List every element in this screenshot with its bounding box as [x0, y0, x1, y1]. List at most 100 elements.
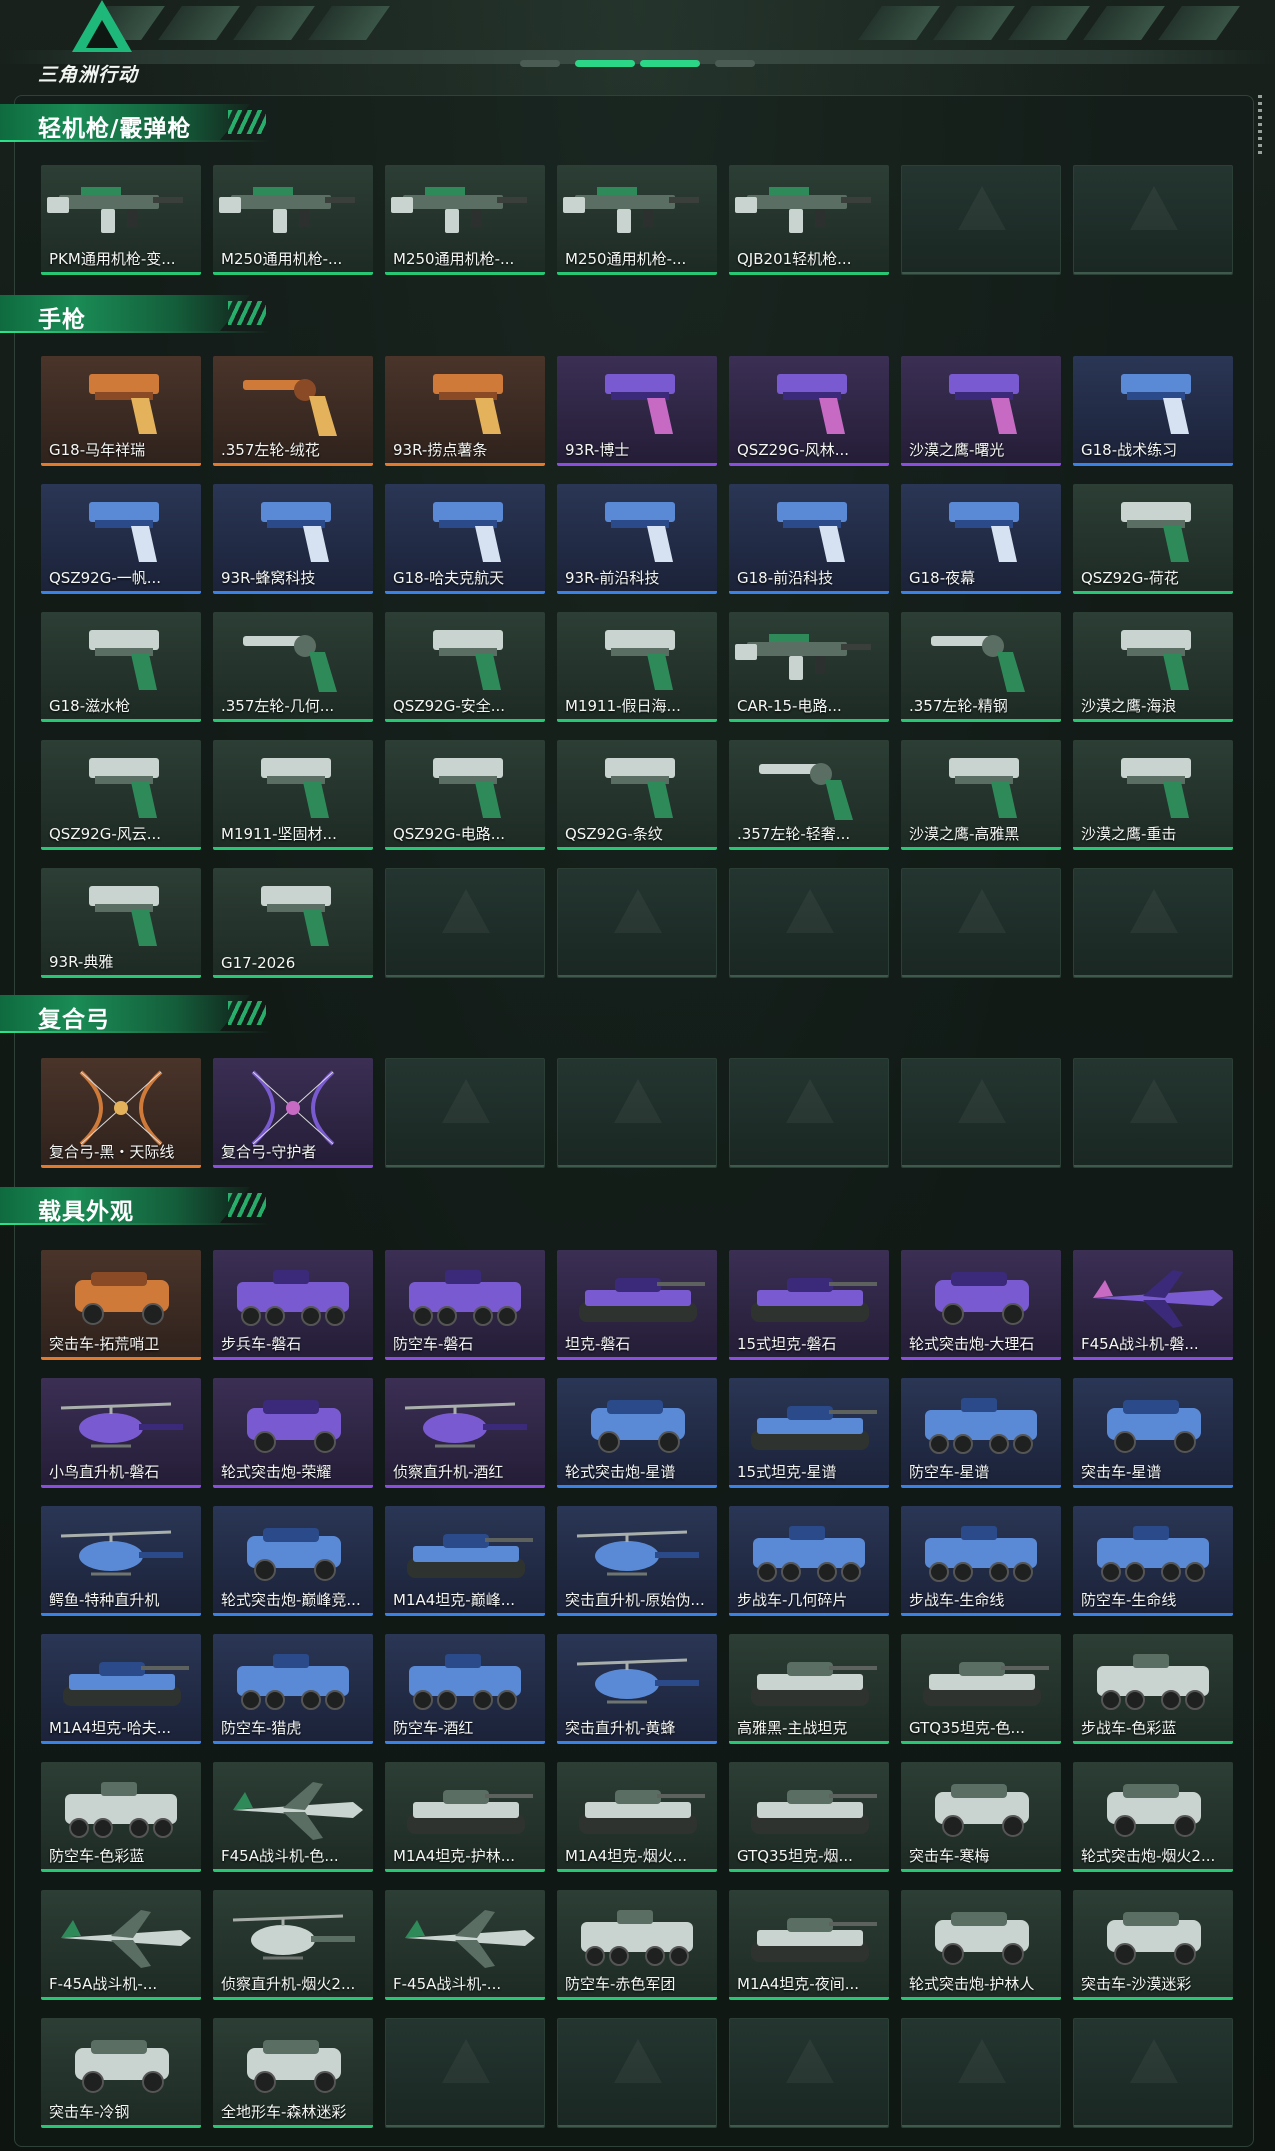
item-card[interactable]: 沙漠之鹰-曙光: [901, 356, 1061, 466]
item-card[interactable]: 防空车-赤色军团: [557, 1890, 717, 2000]
item-card[interactable]: 坦克-磐石: [557, 1250, 717, 1360]
item-card[interactable]: M1A4坦克-哈夫...: [41, 1634, 201, 1744]
item-card[interactable]: QSZ92G-安全...: [385, 612, 545, 722]
item-card[interactable]: G18-夜幕: [901, 484, 1061, 594]
item-card[interactable]: QSZ92G-一帆...: [41, 484, 201, 594]
item-card[interactable]: QSZ92G-条纹: [557, 740, 717, 850]
rarity-bar: [1073, 591, 1233, 594]
item-card[interactable]: 突击直升机-原始伪...: [557, 1506, 717, 1616]
pistol-icon: [89, 886, 159, 946]
pistol-icon: [605, 374, 675, 434]
item-card[interactable]: .357左轮-几何...: [213, 612, 373, 722]
rarity-bar: [902, 1165, 1060, 1167]
bow-icon: [251, 1070, 335, 1146]
item-card[interactable]: 突击直升机-黄蜂: [557, 1634, 717, 1744]
item-card[interactable]: 鳄鱼-特种直升机: [41, 1506, 201, 1616]
scroll-indicator[interactable]: [1258, 95, 1262, 155]
item-label: 93R-博士: [565, 441, 630, 459]
item-card[interactable]: 步兵车-磐石: [213, 1250, 373, 1360]
item-card[interactable]: .357左轮-精钢: [901, 612, 1061, 722]
item-card[interactable]: 全地形车-森林迷彩: [213, 2018, 373, 2128]
item-card[interactable]: 沙漠之鹰-高雅黑: [901, 740, 1061, 850]
item-card[interactable]: F45A战斗机-磐...: [1073, 1250, 1233, 1360]
item-card[interactable]: G17-2026: [213, 868, 373, 978]
item-card[interactable]: M1A4坦克-夜间...: [729, 1890, 889, 2000]
item-card[interactable]: 93R-前沿科技: [557, 484, 717, 594]
item-card[interactable]: .357左轮-绒花: [213, 356, 373, 466]
item-card[interactable]: 高雅黑-主战坦克: [729, 1634, 889, 1744]
item-label: 93R-前沿科技: [565, 569, 660, 587]
rarity-bar: [730, 1165, 888, 1167]
item-label: M1A4坦克-巅峰...: [393, 1591, 516, 1609]
item-card[interactable]: 沙漠之鹰-重击: [1073, 740, 1233, 850]
item-card[interactable]: 轮式突击炮-巅峰竞...: [213, 1506, 373, 1616]
item-card[interactable]: G18-马年祥瑞: [41, 356, 201, 466]
item-card[interactable]: 沙漠之鹰-海浪: [1073, 612, 1233, 722]
item-card[interactable]: 步战车-几何碎片: [729, 1506, 889, 1616]
item-card[interactable]: QJB201轻机枪...: [729, 165, 889, 275]
item-card[interactable]: 防空车-猎虎: [213, 1634, 373, 1744]
item-card[interactable]: 15式坦克-磐石: [729, 1250, 889, 1360]
item-card[interactable]: F-45A战斗机-...: [385, 1890, 545, 2000]
item-card[interactable]: M1911-假日海...: [557, 612, 717, 722]
item-card[interactable]: 轮式突击炮-荣耀: [213, 1378, 373, 1488]
item-card[interactable]: QSZ92G-电路...: [385, 740, 545, 850]
item-card[interactable]: CAR-15-电路...: [729, 612, 889, 722]
item-card[interactable]: M1A4坦克-巅峰...: [385, 1506, 545, 1616]
item-card[interactable]: 防空车-磐石: [385, 1250, 545, 1360]
rarity-bar: [213, 1869, 373, 1872]
item-card[interactable]: 防空车-生命线: [1073, 1506, 1233, 1616]
item-card[interactable]: 复合弓-守护者: [213, 1058, 373, 1168]
item-card[interactable]: 轮式突击炮-烟火2...: [1073, 1762, 1233, 1872]
empty-slot: [729, 2018, 889, 2128]
jet-icon: [1093, 1270, 1223, 1328]
item-card[interactable]: G18-滋水枪: [41, 612, 201, 722]
item-card[interactable]: 侦察直升机-酒红: [385, 1378, 545, 1488]
item-card[interactable]: PKM通用机枪-变...: [41, 165, 201, 275]
item-label: 突击车-沙漠迷彩: [1081, 1975, 1192, 1993]
item-card[interactable]: 轮式突击炮-护林人: [901, 1890, 1061, 2000]
item-card[interactable]: 突击车-寒梅: [901, 1762, 1061, 1872]
header-stripe: [1008, 6, 1090, 40]
item-card[interactable]: 防空车-色彩蓝: [41, 1762, 201, 1872]
item-card[interactable]: .357左轮-轻奢...: [729, 740, 889, 850]
item-card[interactable]: QSZ92G-荷花: [1073, 484, 1233, 594]
item-card[interactable]: 复合弓-黑・天际线: [41, 1058, 201, 1168]
item-card[interactable]: 侦察直升机-烟火2...: [213, 1890, 373, 2000]
item-card[interactable]: 突击车-星谱: [1073, 1378, 1233, 1488]
item-card[interactable]: G18-哈夫克航天: [385, 484, 545, 594]
item-card[interactable]: 突击车-冷钢: [41, 2018, 201, 2128]
item-card[interactable]: 轮式突击炮-大理石: [901, 1250, 1061, 1360]
item-label: G18-哈夫克航天: [393, 569, 505, 587]
placeholder-logo-icon: [958, 186, 1006, 230]
item-card[interactable]: 轮式突击炮-星谱: [557, 1378, 717, 1488]
item-card[interactable]: 93R-典雅: [41, 868, 201, 978]
item-card[interactable]: QSZ29G-风林...: [729, 356, 889, 466]
item-card[interactable]: 93R-蜂窝科技: [213, 484, 373, 594]
item-card[interactable]: M1A4坦克-烟火...: [557, 1762, 717, 1872]
item-card[interactable]: QSZ92G-风云...: [41, 740, 201, 850]
item-card[interactable]: M250通用机枪-...: [213, 165, 373, 275]
item-card[interactable]: F-45A战斗机-...: [41, 1890, 201, 2000]
item-card[interactable]: 防空车-星谱: [901, 1378, 1061, 1488]
item-card[interactable]: GTQ35坦克-烟...: [729, 1762, 889, 1872]
item-card[interactable]: F45A战斗机-色...: [213, 1762, 373, 1872]
item-card[interactable]: 步战车-色彩蓝: [1073, 1634, 1233, 1744]
item-card[interactable]: 93R-博士: [557, 356, 717, 466]
item-label: PKM通用机枪-变...: [49, 250, 176, 268]
item-card[interactable]: 突击车-沙漠迷彩: [1073, 1890, 1233, 2000]
item-card[interactable]: G18-战术练习: [1073, 356, 1233, 466]
item-card[interactable]: M1911-坚固材...: [213, 740, 373, 850]
item-card[interactable]: 15式坦克-星谱: [729, 1378, 889, 1488]
item-card[interactable]: 小鸟直升机-磐石: [41, 1378, 201, 1488]
rarity-bar: [902, 975, 1060, 977]
item-card[interactable]: GTQ35坦克-色...: [901, 1634, 1061, 1744]
item-card[interactable]: 步战车-生命线: [901, 1506, 1061, 1616]
item-card[interactable]: M1A4坦克-护林...: [385, 1762, 545, 1872]
item-card[interactable]: 93R-捞点薯条: [385, 356, 545, 466]
item-card[interactable]: M250通用机枪-...: [385, 165, 545, 275]
item-card[interactable]: M250通用机枪-...: [557, 165, 717, 275]
item-card[interactable]: G18-前沿科技: [729, 484, 889, 594]
item-card[interactable]: 防空车-酒红: [385, 1634, 545, 1744]
item-card[interactable]: 突击车-拓荒哨卫: [41, 1250, 201, 1360]
